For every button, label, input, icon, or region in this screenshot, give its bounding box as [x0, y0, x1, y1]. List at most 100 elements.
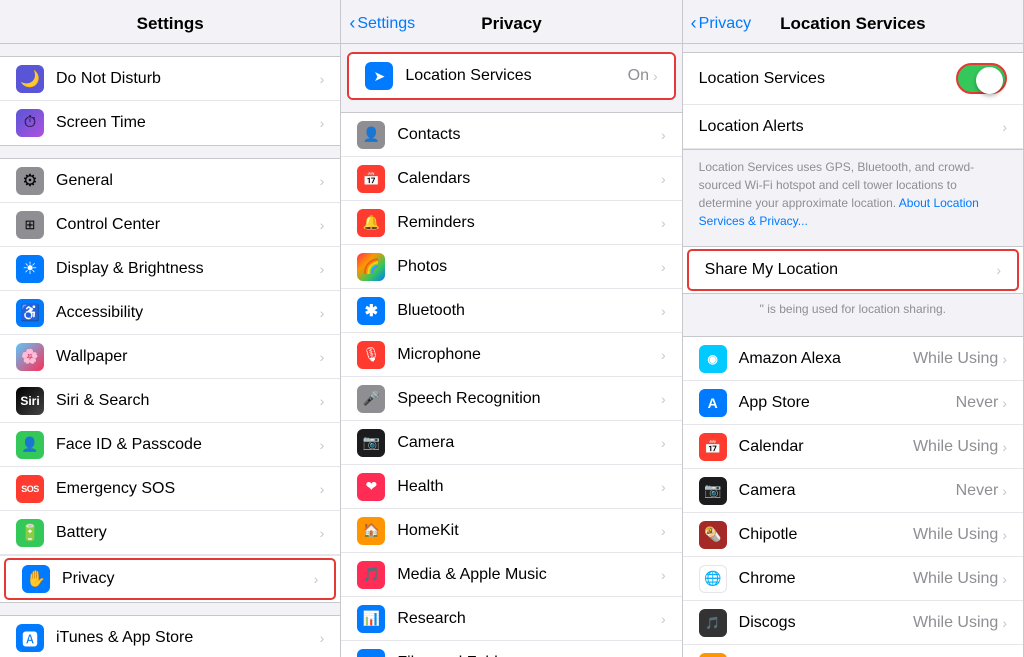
privacy-header: ‹ Settings Privacy [341, 0, 681, 44]
row-wallpaper[interactable]: 🌸 Wallpaper › [0, 335, 340, 379]
bottom-group: 🅰 iTunes & App Store › 💳 Wallet & Apple … [0, 615, 340, 657]
earthquake-icon: ⚡ [699, 653, 727, 657]
row-files[interactable]: 📁 Files and Folders › [341, 641, 681, 657]
screen-time-icon: ⏱ [16, 109, 44, 137]
app-row-chrome[interactable]: 🌐 Chrome While Using › [683, 557, 1023, 601]
row-photos[interactable]: 🌈 Photos › [341, 245, 681, 289]
app-store-icon: A [699, 389, 727, 417]
section-1: 🌙 Do Not Disturb › ⏱ Screen Time › [0, 56, 340, 146]
control-center-icon: ⊞ [16, 211, 44, 239]
row-camera[interactable]: 📷 Camera › [341, 421, 681, 465]
media-icon: 🎵 [357, 561, 385, 589]
back-label: Settings [357, 15, 415, 33]
row-faceid[interactable]: 👤 Face ID & Passcode › [0, 423, 340, 467]
amazon-alexa-label: Amazon Alexa [739, 350, 913, 368]
row-emergency[interactable]: SOS Emergency SOS › [0, 467, 340, 511]
row-location-toggle[interactable]: Location Services [683, 53, 1023, 105]
row-location-services[interactable]: ➤ Location Services On › [349, 54, 673, 98]
research-icon: 📊 [357, 605, 385, 633]
health-label: Health [397, 478, 661, 496]
general-icon: ⚙ [16, 167, 44, 195]
photos-label: Photos [397, 258, 661, 276]
app-row-camera[interactable]: 📷 Camera Never › [683, 469, 1023, 513]
row-general[interactable]: ⚙ General › [0, 159, 340, 203]
row-accessibility[interactable]: ♿ Accessibility › [0, 291, 340, 335]
share-my-location-wrapper: Share My Location › [683, 247, 1023, 293]
main-group: ⚙ General › ⊞ Control Center › ☀ Display… [0, 158, 340, 603]
app-row-amazon-alexa[interactable]: ◉ Amazon Alexa While Using › [683, 337, 1023, 381]
settings-back-button[interactable]: ‹ Settings [349, 13, 415, 34]
row-reminders[interactable]: 🔔 Reminders › [341, 201, 681, 245]
location-title: Location Services [780, 14, 926, 34]
row-microphone[interactable]: 🎙 Microphone › [341, 333, 681, 377]
row-screen-time[interactable]: ⏱ Screen Time › [0, 101, 340, 145]
location-services-panel: ‹ Privacy Location Services Location Ser… [683, 0, 1024, 657]
location-content: Location Services Location Alerts › Loca… [683, 44, 1023, 657]
app-row-discogs[interactable]: 🎵 Discogs While Using › [683, 601, 1023, 645]
row-control-center[interactable]: ⊞ Control Center › [0, 203, 340, 247]
display-label: Display & Brightness [56, 260, 320, 278]
share-location-section: Share My Location › [683, 246, 1023, 294]
camera-label: Camera [397, 434, 661, 452]
row-battery[interactable]: 🔋 Battery › [0, 511, 340, 555]
privacy-label: Privacy [62, 570, 314, 588]
calendar-value: While Using [913, 438, 998, 456]
row-siri[interactable]: Siri Siri & Search › [0, 379, 340, 423]
row-itunes[interactable]: 🅰 iTunes & App Store › [0, 616, 340, 657]
being-used-text: " is being used for location sharing. [760, 302, 946, 316]
location-services-row-label: Location Services [699, 70, 956, 88]
row-homekit[interactable]: 🏠 HomeKit › [341, 509, 681, 553]
contacts-icon: 👤 [357, 121, 385, 149]
health-icon: ❤ [357, 473, 385, 501]
row-calendars[interactable]: 📅 Calendars › [341, 157, 681, 201]
row-health[interactable]: ❤ Health › [341, 465, 681, 509]
row-do-not-disturb[interactable]: 🌙 Do Not Disturb › [0, 57, 340, 101]
camera-app-icon: 📷 [699, 477, 727, 505]
location-services-icon: ➤ [365, 62, 393, 90]
bluetooth-label: Bluetooth [397, 302, 661, 320]
app-row-calendar[interactable]: 📅 Calendar While Using › [683, 425, 1023, 469]
section-2: ⚙ General › ⊞ Control Center › ☀ Display… [0, 158, 340, 603]
row-bluetooth[interactable]: ✱ Bluetooth › [341, 289, 681, 333]
faceid-label: Face ID & Passcode [56, 436, 320, 454]
calendar-label: Calendar [739, 438, 913, 456]
row-media[interactable]: 🎵 Media & Apple Music › [341, 553, 681, 597]
location-services-label: Location Services [405, 67, 627, 85]
contacts-label: Contacts [397, 126, 661, 144]
privacy-back-button[interactable]: ‹ Privacy [691, 13, 751, 34]
chipotle-value: While Using [913, 526, 998, 544]
battery-label: Battery [56, 524, 320, 542]
row-location-alerts[interactable]: Location Alerts › [683, 105, 1023, 149]
privacy-icon: ✋ [22, 565, 50, 593]
location-header: ‹ Privacy Location Services [683, 0, 1023, 44]
homekit-icon: 🏠 [357, 517, 385, 545]
camera-icon: 📷 [357, 429, 385, 457]
row-privacy[interactable]: ✋ Privacy › [4, 558, 336, 600]
row-display[interactable]: ☀ Display & Brightness › [0, 247, 340, 291]
research-label: Research [397, 610, 661, 628]
app-row-chipotle[interactable]: 🌯 Chipotle While Using › [683, 513, 1023, 557]
files-label: Files and Folders [397, 654, 661, 657]
privacy-back-label: Privacy [699, 15, 751, 33]
location-toggle[interactable] [956, 63, 1007, 94]
app-row-earthquake[interactable]: ⚡ Earthquake While Using › [683, 645, 1023, 657]
emergency-icon: SOS [16, 475, 44, 503]
row-speech[interactable]: 🎤 Speech Recognition › [341, 377, 681, 421]
settings-panel: Settings 🌙 Do Not Disturb › ⏱ Screen Tim… [0, 0, 341, 657]
discogs-icon: 🎵 [699, 609, 727, 637]
row-research[interactable]: 📊 Research › [341, 597, 681, 641]
chipotle-icon: 🌯 [699, 521, 727, 549]
files-icon: 📁 [357, 649, 385, 657]
chevron-icon: › [320, 71, 325, 87]
app-row-app-store[interactable]: A App Store Never › [683, 381, 1023, 425]
location-services-value: On [628, 67, 649, 85]
row-contacts[interactable]: 👤 Contacts › [341, 113, 681, 157]
row-share-location[interactable]: Share My Location › [687, 249, 1019, 291]
top-group: 🌙 Do Not Disturb › ⏱ Screen Time › [0, 56, 340, 146]
location-toggle-section: Location Services Location Alerts › [683, 52, 1023, 150]
section-3: 🅰 iTunes & App Store › 💳 Wallet & Apple … [0, 615, 340, 657]
settings-content: 🌙 Do Not Disturb › ⏱ Screen Time › ⚙ Gen… [0, 44, 340, 657]
screen-time-label: Screen Time [56, 114, 320, 132]
location-info-link[interactable]: About Location Services & Privacy... [699, 196, 979, 228]
app-store-value: Never [956, 394, 999, 412]
